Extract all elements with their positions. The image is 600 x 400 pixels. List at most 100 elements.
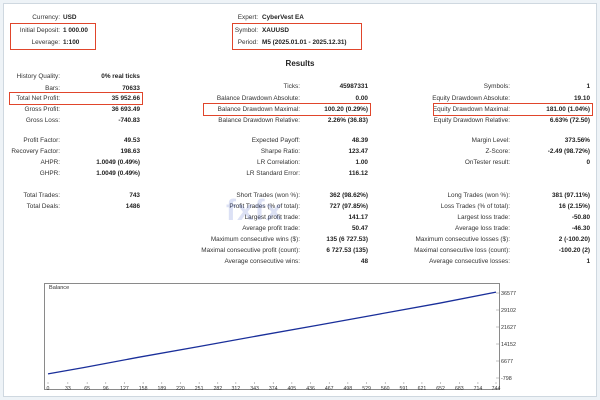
equity-dd-relative-value: 6.63% (72.50) bbox=[549, 117, 590, 124]
long-trades-value: 381 (97.11%) bbox=[551, 192, 590, 199]
currency-label: Currency: bbox=[32, 14, 60, 21]
expected-payoff-value: 48.39 bbox=[352, 137, 368, 144]
balance-chart: 36577 29102 21627 14152 6677 -798 0 33 65 96 127 15… bbox=[47, 291, 516, 392]
gross-loss-label: Gross Loss: bbox=[25, 117, 60, 124]
y-tick-label: 14152 bbox=[501, 342, 516, 348]
average-consecutive-wins-value: 48 bbox=[360, 258, 368, 265]
x-tick-label: 96 bbox=[103, 386, 109, 392]
z-score-value: -2.49 (98.72%) bbox=[547, 148, 590, 155]
equity-dd-relative-label: Equity Drawdown Relative: bbox=[433, 117, 510, 124]
equity-dd-highlight-box bbox=[433, 103, 593, 116]
sharpe-ratio-label: Sharpe Ratio: bbox=[260, 148, 300, 155]
x-tick-label: 282 bbox=[213, 386, 222, 392]
lr-standard-error-value: 116.12 bbox=[348, 170, 368, 177]
average-consecutive-losses-label: Average consecutive losses: bbox=[429, 258, 510, 265]
y-tick-label: 36577 bbox=[501, 291, 516, 297]
average-consecutive-losses-value: 1 bbox=[586, 258, 590, 265]
x-tick-label: 374 bbox=[269, 386, 278, 392]
deposit-highlight-box bbox=[10, 23, 96, 50]
strategy-tester-report: Currency: USD Initial Deposit: 1 000.00 … bbox=[3, 3, 597, 397]
x-tick-label: 312 bbox=[232, 386, 241, 392]
x-tick-label: 560 bbox=[381, 386, 390, 392]
largest-loss-trade-value: -50.80 bbox=[571, 214, 590, 221]
symbols-label: Symbols: bbox=[483, 83, 510, 90]
lr-correlation-value: 1.00 bbox=[355, 159, 368, 166]
loss-trades-label: Loss Trades (% of total): bbox=[440, 203, 510, 210]
max-consecutive-wins-value: 135 (6 727.53) bbox=[326, 236, 368, 243]
ahpr-label: AHPR: bbox=[40, 159, 60, 166]
expert-label: Expert: bbox=[237, 14, 258, 21]
margin-level-value: 373.56% bbox=[564, 137, 590, 144]
lr-correlation-label: LR Correlation: bbox=[257, 159, 300, 166]
x-tick-label: 621 bbox=[418, 386, 427, 392]
x-tick-label: 189 bbox=[157, 386, 166, 392]
y-tick-label: 21627 bbox=[501, 325, 516, 331]
balance-dd-absolute-label: Balance Drawdown Absolute: bbox=[216, 95, 300, 102]
x-tick-label: 683 bbox=[455, 386, 464, 392]
lr-standard-error-label: LR Standard Error: bbox=[246, 170, 300, 177]
profit-trades-value: 727 (97.85%) bbox=[329, 203, 368, 210]
ahpr-value: 1.0049 (0.49%) bbox=[96, 159, 140, 166]
maximal-consecutive-profit-value: 6 727.53 (135) bbox=[326, 247, 368, 254]
x-tick-label: 343 bbox=[250, 386, 259, 392]
x-tick-label: 251 bbox=[195, 386, 204, 392]
x-tick-label: 158 bbox=[139, 386, 148, 392]
x-tick-label: 405 bbox=[288, 386, 297, 392]
x-tick-label: 529 bbox=[362, 386, 371, 392]
loss-trades-value: 16 (2.15%) bbox=[558, 203, 590, 210]
watermark-logo: fxfx bbox=[226, 194, 284, 227]
balance-dd-relative-label: Balance Drawdown Relative: bbox=[218, 117, 300, 124]
history-quality-value: 0% real ticks bbox=[101, 73, 140, 80]
x-tick-label: 65 bbox=[84, 386, 90, 392]
largest-loss-trade-label: Largest loss trade: bbox=[457, 214, 510, 221]
profit-factor-value: 49.53 bbox=[124, 137, 140, 144]
average-loss-trade-value: -46.30 bbox=[571, 225, 590, 232]
currency-value: USD bbox=[63, 14, 77, 21]
average-consecutive-wins-label: Average consecutive wins: bbox=[224, 258, 300, 265]
sharpe-ratio-value: 123.47 bbox=[348, 148, 368, 155]
total-deals-label: Total Deals: bbox=[26, 203, 60, 210]
gross-profit-label: Gross Profit: bbox=[24, 106, 60, 113]
x-tick-label: 220 bbox=[176, 386, 185, 392]
ghpr-label: GHPR: bbox=[39, 170, 60, 177]
ticks-label: Ticks: bbox=[283, 83, 300, 90]
balance-dd-highlight-box bbox=[203, 103, 371, 116]
x-tick-label: 714 bbox=[474, 386, 483, 392]
maximal-consecutive-profit-label: Maximal consecutive profit (count): bbox=[201, 247, 300, 254]
recovery-factor-label: Recovery Factor: bbox=[11, 148, 60, 155]
ghpr-value: 1.0049 (0.49%) bbox=[96, 170, 140, 177]
total-deals-value: 1486 bbox=[125, 203, 140, 210]
max-consecutive-wins-label: Maximum consecutive wins ($): bbox=[210, 236, 300, 243]
balance-series-line bbox=[47, 291, 497, 375]
max-consecutive-losses-label: Maximum consecutive losses ($): bbox=[415, 236, 510, 243]
recovery-factor-value: 198.63 bbox=[120, 148, 140, 155]
x-tick-label: 744 bbox=[492, 386, 501, 392]
ontester-result-value: 0 bbox=[586, 159, 590, 166]
profit-factor-label: Profit Factor: bbox=[23, 137, 60, 144]
average-loss-trade-label: Average loss trade: bbox=[455, 225, 510, 232]
y-tick-label: -798 bbox=[501, 376, 512, 382]
max-consecutive-losses-value: 2 (-100.20) bbox=[558, 236, 590, 243]
x-tick-label: 498 bbox=[344, 386, 353, 392]
balance-dd-absolute-value: 0.00 bbox=[355, 95, 368, 102]
symbols-value: 1 bbox=[586, 83, 590, 90]
balance-dd-relative-value: 2.26% (36.83) bbox=[327, 117, 368, 124]
expert-value: CyberVest EA bbox=[262, 14, 304, 21]
results-title: Results bbox=[285, 59, 315, 68]
maximal-consecutive-loss-label: Maximal consecutive loss (count): bbox=[414, 247, 510, 254]
y-tick-label: 29102 bbox=[501, 308, 516, 314]
x-tick-label: 467 bbox=[325, 386, 334, 392]
x-tick-label: 436 bbox=[306, 386, 315, 392]
z-score-label: Z-Score: bbox=[485, 148, 510, 155]
y-tick-label: 6677 bbox=[501, 359, 513, 365]
history-quality-label: History Quality: bbox=[16, 73, 60, 80]
largest-profit-trade-value: 141.17 bbox=[348, 214, 368, 221]
ontester-result-label: OnTester result: bbox=[464, 159, 510, 166]
long-trades-label: Long Trades (won %): bbox=[447, 192, 510, 199]
average-profit-trade-value: 50.47 bbox=[352, 225, 368, 232]
equity-dd-absolute-label: Equity Drawdown Absolute: bbox=[432, 95, 510, 102]
total-trades-value: 743 bbox=[129, 192, 140, 199]
gross-loss-value: -740.83 bbox=[118, 117, 140, 124]
x-tick-label: 33 bbox=[65, 386, 71, 392]
equity-dd-absolute-value: 19.10 bbox=[574, 95, 590, 102]
